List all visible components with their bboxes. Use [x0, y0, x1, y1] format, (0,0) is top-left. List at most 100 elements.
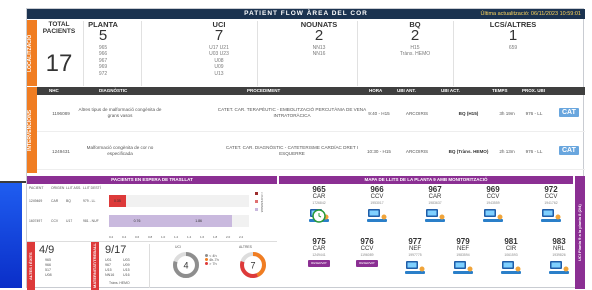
location-items: U17 U21 U03 U23 U08 U09 U13 [181, 45, 257, 77]
bed-card[interactable]: 967 CAR 1983637 [405, 185, 465, 231]
intervention-hora: 9:40 - H15 [368, 111, 390, 116]
bed-monitor-icon [541, 209, 561, 222]
bed-card[interactable]: 965 CAR 1726842 [289, 185, 349, 231]
bed-number: 983 [552, 237, 566, 246]
legend-label: > 7h [209, 262, 217, 266]
bed-monitor-icon [425, 209, 445, 222]
ocupacio-item: U15 [105, 268, 112, 272]
bed-service: NRL [552, 246, 565, 252]
intervention-proc: CATET. CAR. DIAGNÒSTIC - CATETERISME CAR… [225, 145, 359, 156]
ocupacio-item: U15 [123, 268, 130, 272]
bed-number: 965 [312, 185, 326, 194]
location-item: NN16 [312, 51, 326, 58]
trasllat-pacient: 1249469 [29, 199, 43, 203]
bar-label: 1.86 [195, 219, 202, 223]
bed-card[interactable]: 969 CCV 1943559 [463, 185, 523, 231]
intervention-ubi-act: BQ (Tràns. HEMO) [448, 149, 489, 154]
column-divider [141, 21, 142, 86]
trasllat-desti: 979 - LL [83, 199, 96, 203]
axis-tick: 1.4 [187, 235, 192, 239]
intervention-prox: 976 - LL [525, 111, 543, 116]
ocupacio-left-value: 4/9 [39, 244, 55, 256]
trasllat-bar-track: 0.76 1.86 [109, 215, 249, 227]
ocupacio-mid-value: 9/17 [105, 244, 127, 256]
ocupacio-item: U03 [123, 258, 130, 262]
axis-tick: 0.4 [122, 235, 127, 239]
location-item: 972 [98, 70, 108, 77]
location-item: U13 [214, 70, 224, 77]
altres-label: ALTRES [239, 245, 252, 249]
bed-patient-id: 1983637 [428, 201, 442, 205]
ocupacio-item: U16 [123, 273, 130, 277]
ocupacio-item: NN16 [105, 273, 115, 277]
header-bar: PATIENT FLOW ÀREA DEL COR Última actuali… [27, 9, 585, 19]
ocupacio-mid-note: Tràns. HEMO [109, 281, 130, 285]
intervention-hora: 10:30 - H15 [366, 149, 391, 154]
intervention-row[interactable]: 1196089 Altres tipus de malformació congè… [37, 97, 585, 132]
bed-card[interactable]: 983 NRL 1939826 [529, 237, 589, 283]
uci-label: UCI [175, 245, 181, 249]
col-proc: PROCEDIMENT [247, 88, 281, 93]
trasllat-pacient: 1607497 [29, 219, 43, 223]
bed-patient-id: 1726842 [312, 201, 326, 205]
bed-number: 966 [370, 185, 384, 194]
column-divider [83, 21, 84, 86]
column-divider [357, 21, 358, 86]
location-count: 5 [98, 27, 108, 44]
location-column: PLANTA 5 965 966 967 969 972 [65, 20, 141, 77]
axis-tick: 1.6 [200, 235, 205, 239]
altres-donut: 7 [240, 252, 266, 278]
bed-card[interactable]: 966 CCV 1953017 [347, 185, 407, 231]
location-item: Tràns. HEMO [399, 51, 431, 58]
bed-monitor-icon [501, 261, 521, 274]
col-diag: DIAGNÒSTIC [99, 88, 128, 93]
trasllat-desti: 981 - NUF [83, 219, 99, 223]
reserved-badge: RESERVAT [356, 260, 378, 267]
cat-button[interactable]: CAT [559, 108, 579, 117]
intervention-temps: 2h 13m [499, 149, 515, 154]
bed-patient-id: 1943559 [486, 201, 500, 205]
side-label-localitzacio: LOCALITZACIÓ [27, 20, 37, 86]
ocupacio-side-label-1: ALTES I ÉXITS [27, 242, 35, 290]
axis-tick: 2.0 [226, 235, 231, 239]
bar-label: 0.76 [133, 219, 141, 223]
bed-service: CCV [370, 194, 384, 200]
bed-monitor-icon [367, 209, 387, 222]
location-items: H15 Tràns. HEMO [377, 45, 453, 58]
legend-swatch [255, 208, 258, 211]
bed-service: CAR [428, 194, 442, 200]
bed-monitor-icon [549, 261, 569, 274]
intervention-ubi-ant: ARCOIRIS [405, 149, 429, 154]
dashboard: PATIENT FLOW ÀREA DEL COR Última actuali… [26, 8, 585, 290]
location-items: 659 [475, 45, 551, 51]
location-column: UCI 7 U17 U21 U03 U23 U08 U09 U13 [181, 20, 257, 77]
ocupacio-item: 967 [105, 263, 111, 267]
location-count: 1 [508, 27, 518, 44]
ocupacio-item: U01 [105, 258, 112, 262]
altres-donut-value: 7 [250, 261, 255, 271]
bed-monitor-icon [309, 209, 329, 223]
bed-card[interactable]: 972 CCV 1941762 [521, 185, 581, 231]
cat-button[interactable]: CAT [559, 146, 579, 155]
intervention-diag: Malformació congènita de cor no especifi… [86, 145, 154, 156]
trasllat-legend: < 2h D'ESPERA [255, 192, 275, 232]
bed-number: 972 [544, 185, 558, 194]
axis-tick: 1.2 [174, 235, 179, 239]
trasllat-col-llit: LLIT ASS. [66, 186, 82, 190]
location-count: 7 [214, 27, 224, 44]
intervention-row[interactable]: 1249431 Malformació congènita de cor no e… [37, 135, 585, 170]
axis-tick: 0.2 [109, 235, 114, 239]
bed-service: CCV [544, 194, 558, 200]
ocupacio-panel: ALTES I ÉXITS 4/9 965 966 517 U08 MATERNITA… [27, 241, 277, 290]
location-column: NOUNATS 2 NN13 NN16 [281, 20, 357, 58]
background-window [0, 183, 22, 288]
col-prox: PROX. UBI [522, 88, 546, 93]
col-ubi-act: UBI ACT. [441, 88, 460, 93]
bed-service: CAR [312, 194, 326, 200]
divider [149, 244, 150, 288]
intervention-proc: CATET. CAR. TERAPÈUTIC - EMBOLITZACIÓ PE… [217, 107, 367, 118]
bed-number: 967 [428, 185, 442, 194]
ocupacio-side-label-2: MATERNITAT/TREBALL [91, 242, 99, 290]
axis-tick: 1.8 [213, 235, 218, 239]
trasllat-panel: PACIENT ORIGEN LLIT ASS. LLIT DESTÍ 1249… [27, 185, 277, 240]
